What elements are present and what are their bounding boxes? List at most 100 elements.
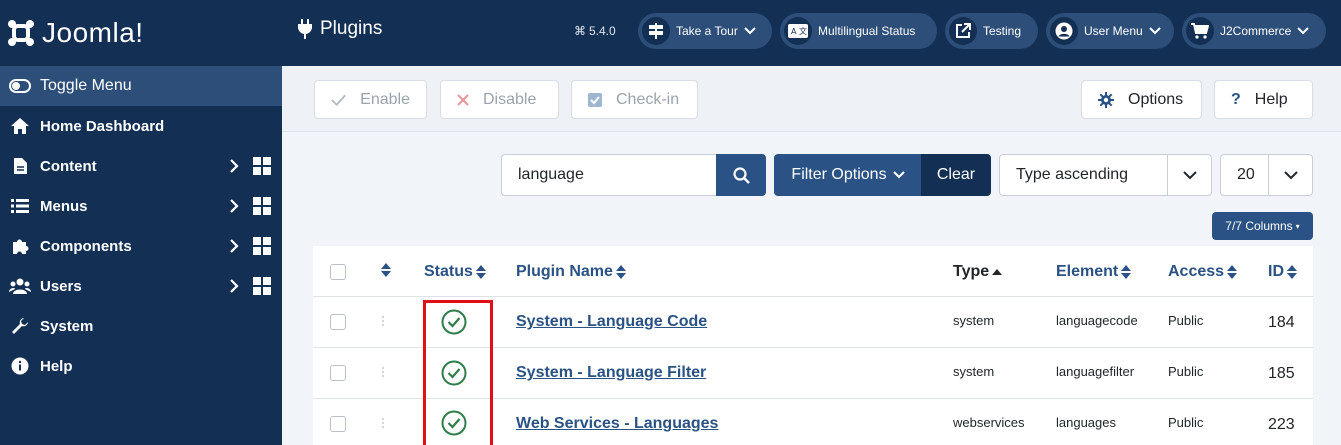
take-a-tour-button[interactable]: Take a Tour bbox=[638, 13, 772, 49]
ordering-sort-icon[interactable] bbox=[381, 263, 391, 277]
sidebar: Joomla! Toggle Menu Home Dashboard Conte… bbox=[0, 0, 282, 445]
column-access[interactable]: Access bbox=[1168, 263, 1238, 281]
search-input[interactable]: language bbox=[501, 154, 717, 196]
type-cell: system bbox=[953, 364, 995, 379]
j2commerce-button[interactable]: J2Commerce bbox=[1182, 13, 1326, 49]
chevron-down-icon bbox=[1268, 155, 1312, 195]
chevron-right-icon[interactable] bbox=[224, 239, 244, 253]
dashboard-grid-icon[interactable] bbox=[252, 197, 272, 215]
testing-button[interactable]: Testing bbox=[945, 13, 1038, 49]
sidebar-item-components[interactable]: Components bbox=[0, 226, 282, 266]
plugin-name-link[interactable]: System - Language Code bbox=[516, 313, 707, 331]
user-menu-button[interactable]: User Menu bbox=[1046, 13, 1174, 49]
language-icon: A文 bbox=[784, 17, 812, 45]
cart-icon bbox=[1186, 17, 1214, 45]
dashboard-grid-icon[interactable] bbox=[252, 277, 272, 295]
sort-icon bbox=[1121, 265, 1132, 279]
sidebar-item-content[interactable]: Content bbox=[0, 146, 282, 186]
page-title-text: Plugins bbox=[320, 18, 383, 39]
signpost-icon bbox=[642, 17, 670, 45]
column-id[interactable]: ID bbox=[1268, 263, 1297, 281]
joomla-small-icon: ⌘ bbox=[574, 24, 586, 38]
external-link-icon bbox=[949, 17, 977, 45]
dashboard-grid-icon[interactable] bbox=[252, 237, 272, 255]
sidebar-item-help[interactable]: Help bbox=[0, 346, 282, 386]
version-label: ⌘ 5.4.0 bbox=[574, 24, 616, 38]
chevron-down-icon bbox=[744, 27, 756, 35]
home-icon bbox=[0, 117, 40, 135]
row-checkbox[interactable] bbox=[330, 365, 346, 381]
caret-down-icon: ▾ bbox=[1295, 221, 1300, 231]
drag-handle-icon[interactable] bbox=[381, 417, 385, 429]
sidebar-toggle-menu[interactable]: Toggle Menu bbox=[0, 66, 282, 106]
id-cell: 223 bbox=[1268, 416, 1295, 433]
limit-select[interactable]: 20 bbox=[1220, 154, 1313, 196]
toolbar: Enable Disable Check-in Options ? Help bbox=[282, 66, 1341, 132]
clear-button[interactable]: Clear bbox=[921, 154, 991, 196]
chevron-down-icon bbox=[1148, 27, 1161, 35]
sidebar-item-home-dashboard[interactable]: Home Dashboard bbox=[0, 106, 282, 146]
plugin-name-link[interactable]: System - Language Filter bbox=[516, 364, 706, 382]
column-status[interactable]: Status bbox=[424, 263, 486, 281]
file-icon bbox=[0, 157, 40, 175]
enable-button[interactable]: Enable bbox=[314, 80, 427, 119]
help-button[interactable]: ? Help bbox=[1214, 80, 1313, 119]
columns-button[interactable]: 7/7 Columns ▾ bbox=[1212, 212, 1313, 240]
close-icon bbox=[457, 93, 469, 106]
check-icon bbox=[331, 94, 346, 106]
table-header: Status Plugin Name Type Element Access I… bbox=[313, 246, 1313, 297]
brand-name: Joomla! bbox=[42, 17, 144, 48]
sidebar-item-system[interactable]: System bbox=[0, 306, 282, 346]
column-element[interactable]: Element bbox=[1056, 263, 1132, 281]
joomla-logo[interactable]: Joomla! bbox=[0, 0, 282, 66]
row-checkbox[interactable] bbox=[330, 416, 346, 432]
header: Plugins ⌘ 5.4.0 Take a Tour A文 Multiling… bbox=[282, 0, 1341, 66]
chevron-right-icon[interactable] bbox=[224, 159, 244, 173]
type-cell: system bbox=[953, 313, 995, 328]
access-cell: Public bbox=[1168, 313, 1204, 328]
element-cell: languagecode bbox=[1056, 313, 1138, 328]
drag-handle-icon[interactable] bbox=[381, 315, 385, 327]
sort-icon bbox=[475, 265, 486, 279]
joomla-logo-icon bbox=[8, 20, 34, 46]
sort-icon bbox=[615, 265, 626, 279]
sort-icon bbox=[1227, 265, 1238, 279]
toggle-icon bbox=[0, 79, 40, 93]
plugin-name-link[interactable]: Web Services - Languages bbox=[516, 415, 718, 433]
sort-ascending-icon bbox=[992, 268, 1003, 275]
id-cell: 185 bbox=[1268, 365, 1295, 382]
element-cell: languagefilter bbox=[1056, 364, 1135, 379]
info-icon bbox=[0, 357, 40, 375]
status-highlight-box bbox=[423, 300, 493, 445]
chevron-right-icon[interactable] bbox=[224, 279, 244, 293]
chevron-down-icon bbox=[1297, 27, 1310, 35]
row-checkbox[interactable] bbox=[330, 314, 346, 330]
element-cell: languages bbox=[1056, 415, 1116, 430]
svg-text:A: A bbox=[791, 27, 797, 36]
question-icon: ? bbox=[1231, 90, 1241, 108]
checkbox-checked-icon bbox=[588, 92, 602, 107]
filter-options-button[interactable]: Filter Options bbox=[774, 154, 922, 196]
svg-text:文: 文 bbox=[799, 26, 807, 36]
user-icon bbox=[1050, 17, 1078, 45]
access-cell: Public bbox=[1168, 364, 1204, 379]
sort-select[interactable]: Type ascending bbox=[999, 154, 1212, 196]
column-plugin-name[interactable]: Plugin Name bbox=[516, 263, 626, 281]
sidebar-item-menus[interactable]: Menus bbox=[0, 186, 282, 226]
select-all-checkbox[interactable] bbox=[330, 264, 346, 280]
sort-icon bbox=[1287, 265, 1297, 279]
dashboard-grid-icon[interactable] bbox=[252, 157, 272, 175]
search-button[interactable] bbox=[716, 154, 766, 196]
gear-icon bbox=[1098, 91, 1114, 108]
sidebar-item-users[interactable]: Users bbox=[0, 266, 282, 306]
chevron-down-icon bbox=[892, 171, 905, 179]
column-type[interactable]: Type bbox=[953, 263, 1003, 281]
page-title: Plugins bbox=[298, 18, 382, 40]
id-cell: 184 bbox=[1268, 314, 1295, 331]
multilingual-status-button[interactable]: A文 Multilingual Status bbox=[780, 13, 937, 49]
drag-handle-icon[interactable] bbox=[381, 366, 385, 378]
options-button[interactable]: Options bbox=[1081, 80, 1202, 119]
check-in-button[interactable]: Check-in bbox=[571, 80, 698, 119]
disable-button[interactable]: Disable bbox=[440, 80, 559, 119]
chevron-right-icon[interactable] bbox=[224, 199, 244, 213]
